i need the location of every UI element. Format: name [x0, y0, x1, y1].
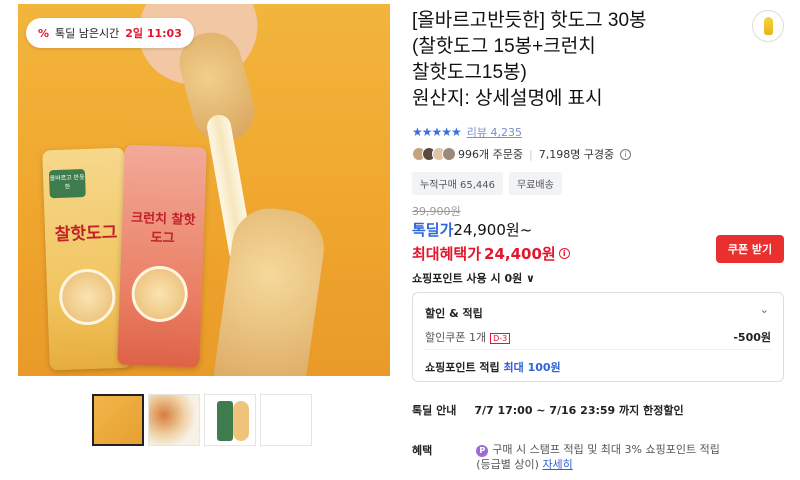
chip-cumulative-purchases: 누적구매 65,446	[412, 172, 503, 195]
product-title: [올바르고반듯한] 핫도그 30봉 (찰핫도그 15봉+크런치 찰핫도그15봉)…	[412, 8, 742, 112]
deal-price-row: 톡딜가24,900원~	[412, 219, 532, 240]
thumbnail-1[interactable]	[92, 394, 144, 446]
chip-free-shipping: 무료배송	[508, 172, 562, 195]
deal-info-label: 톡딜 안내	[412, 404, 457, 417]
product-title-line: [올바르고반듯한] 핫도그 30봉	[412, 10, 647, 31]
deal-timer-badge: % 톡딜 남은시간 2일 11:03	[26, 18, 194, 48]
viewers-count: 7,198명 구경중	[538, 148, 615, 161]
max-benefit-price-row: 최대혜택가 24,400원 i	[412, 243, 570, 264]
benefit-description: P 구매 시 스탬프 적립 및 최대 3% 쇼핑포인트 적립 (등급별 상이) 자…	[476, 443, 720, 471]
lightbulb-icon	[763, 17, 773, 35]
main-product-image[interactable]: 올바르고 반듯한 찰핫도그 크런치 찰핫도그 % 톡딜 남은시간 2일 11:0…	[18, 4, 390, 376]
separator: |	[528, 147, 533, 161]
points-p-icon: P	[476, 444, 489, 457]
package-plate-image	[58, 268, 117, 326]
discount-panel: 할인 & 적립 ⌄ 할인쿠폰 1개 D-3 -500원 쇼핑포인트 적립 최대 1…	[412, 292, 784, 382]
coupon-dday-badge: D-3	[490, 333, 511, 344]
percent-icon: %	[38, 26, 50, 40]
benefit-label: 혜택	[412, 444, 433, 457]
deal-info-row: 톡딜 안내 7/7 17:00 ~ 7/16 23:59 까지 한정할인	[412, 402, 684, 418]
favorite-button[interactable]	[752, 10, 784, 42]
deal-price-value: 24,900원~	[453, 221, 533, 239]
divider	[425, 349, 771, 350]
package-original-title: 찰핫도그	[54, 222, 118, 246]
product-title-line: 원산지: 상세설명에 표시	[412, 88, 603, 109]
info-icon[interactable]: i	[558, 248, 570, 259]
product-title-line: 찰핫도그15봉)	[412, 62, 527, 83]
deal-timer-label: 톡딜 남은시간	[55, 27, 120, 40]
info-icon[interactable]: i	[620, 148, 632, 160]
benefit-more-link[interactable]: 자세히	[542, 458, 572, 471]
coupon-download-button[interactable]: 쿠폰 받기	[716, 235, 784, 263]
brand-logo: 올바르고 반듯한	[48, 169, 86, 199]
orders-count: 996개 주문중	[458, 148, 523, 161]
thumbnail-4[interactable]	[260, 394, 312, 446]
package-crunch-title: 크런치 찰핫도그	[130, 210, 196, 247]
deal-info-period: 7/7 17:00 ~ 7/16 23:59 까지 한정할인	[474, 404, 684, 417]
buyer-activity-row: 996개 주문중 | 7,198명 구경중 i	[412, 146, 632, 162]
thumbnail-strip	[92, 394, 312, 446]
product-chips: 누적구매 65,446 무료배송	[412, 172, 562, 195]
deal-timer-remaining: 2일 11:03	[125, 27, 182, 40]
coupon-label: 할인쿠폰 1개	[425, 331, 487, 344]
package-crunch: 크런치 찰핫도그	[117, 144, 207, 368]
thumbnail-2[interactable]	[148, 394, 200, 446]
points-earn-row: 쇼핑포인트 적립 최대 100원	[425, 361, 561, 374]
coupon-amount: -500원	[733, 331, 771, 344]
max-benefit-label: 최대혜택가	[412, 245, 482, 263]
star-rating-icon: ★★★★★	[412, 125, 462, 139]
thumbnail-3[interactable]	[204, 394, 256, 446]
points-earn-max: 최대 100원	[503, 361, 561, 374]
deal-price-label: 톡딜가	[412, 221, 454, 239]
chevron-down-icon[interactable]: ⌄	[760, 303, 769, 316]
discount-panel-title: 할인 & 적립	[425, 307, 483, 320]
review-link[interactable]: 리뷰 4,235	[467, 124, 522, 140]
product-title-line: (찰핫도그 15봉+크런치	[412, 36, 596, 57]
max-benefit-value: 24,400원	[484, 245, 556, 263]
points-use-toggle[interactable]: 쇼핑포인트 사용 시 0원 ∨	[412, 270, 535, 286]
rating-row: ★★★★★ 리뷰 4,235	[412, 124, 522, 140]
package-plate-image	[130, 264, 189, 323]
original-price: 39,900원	[412, 205, 461, 218]
coupon-row: 할인쿠폰 1개 D-3 -500원	[425, 329, 771, 345]
buyer-avatars	[412, 147, 456, 161]
benefit-row: 혜택 P 구매 시 스탬프 적립 및 최대 3% 쇼핑포인트 적립 (등급별 상이…	[412, 442, 766, 472]
